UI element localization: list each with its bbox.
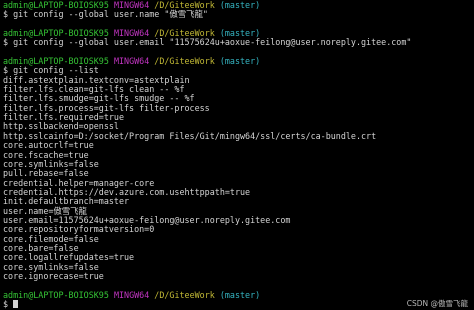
prompt-user-host: admin@LAPTOP-BOIOSK95 — [3, 289, 109, 300]
config-entry: core.ignorecase=true — [3, 270, 104, 281]
terminal-window[interactable]: admin@LAPTOP-BOIOSK95 MINGW64 /D/GiteeWo… — [3, 0, 474, 309]
prompt-system: MINGW64 — [113, 56, 150, 67]
prompt-branch: (master) — [219, 289, 261, 300]
prompt-system: MINGW64 — [113, 289, 150, 300]
prompt-branch: (master) — [219, 56, 261, 67]
prompt-symbol: $ — [3, 37, 9, 48]
prompt-path: /D/GiteeWork — [154, 56, 215, 67]
command-line: $ git config --global user.name "傲雪飞龍" — [3, 10, 474, 19]
command-text: git config --global user.email "11575624… — [13, 37, 412, 48]
prompt-symbol: $ — [3, 299, 9, 309]
prompt-branch: (master) — [219, 0, 261, 10]
prompt-symbol: $ — [3, 65, 9, 76]
prompt-symbol: $ — [3, 9, 9, 20]
input-line[interactable]: $ — [3, 299, 474, 309]
text-cursor[interactable] — [13, 300, 19, 308]
command-line: $ git config --global user.email "115756… — [3, 38, 474, 47]
command-text: git config --global user.name "傲雪飞龍" — [13, 9, 208, 20]
prompt-path: /D/GiteeWork — [154, 289, 215, 300]
watermark: CSDN @傲雪飞龍 — [406, 298, 468, 308]
command-text: git config --list — [13, 65, 99, 76]
prompt-line: admin@LAPTOP-BOIOSK95 MINGW64 /D/GiteeWo… — [3, 289, 474, 300]
